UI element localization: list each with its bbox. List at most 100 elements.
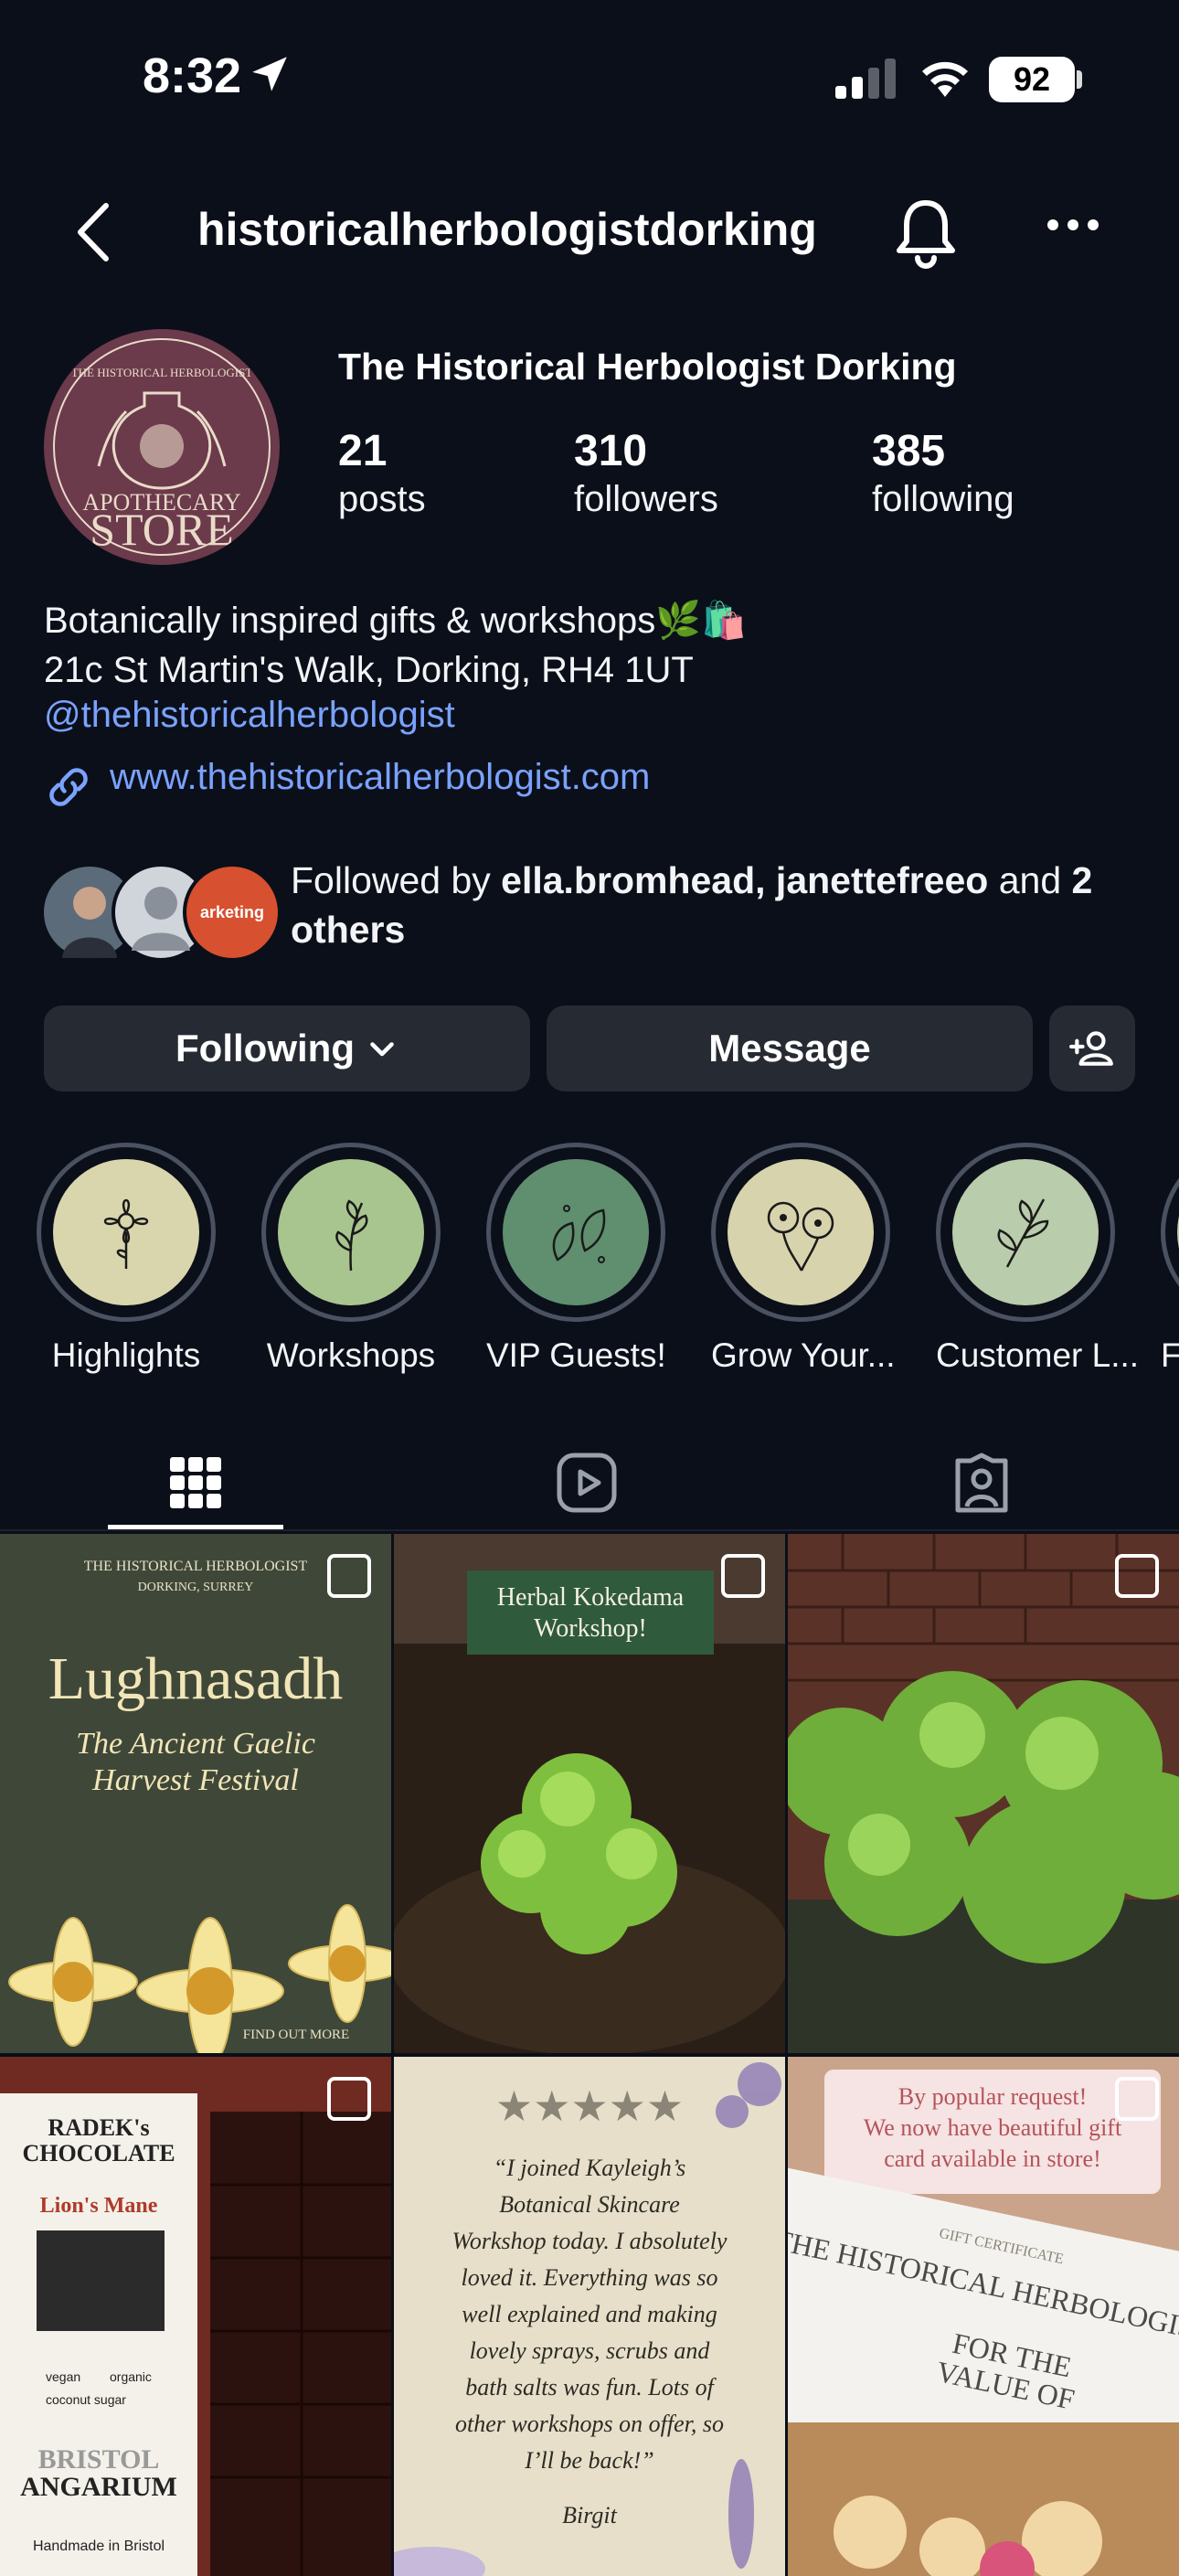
ellipsis-icon	[1047, 219, 1099, 230]
posts-count: 21	[338, 427, 388, 475]
following-count: 385	[872, 427, 946, 475]
suggested-accounts-button[interactable]	[1049, 1006, 1135, 1091]
following-button[interactable]: Following	[44, 1006, 530, 1091]
highlight-cover	[952, 1159, 1099, 1305]
highlight-cover	[728, 1159, 874, 1305]
followed-by-joiner: and	[988, 859, 1072, 901]
post-text: ANGARIUM	[20, 2472, 177, 2502]
more-options-button[interactable]	[1046, 216, 1100, 239]
highlight-label: Highlights	[51, 1336, 201, 1374]
post-text: By popular request!	[898, 2083, 1088, 2110]
post-thumbnail[interactable]: THE HISTORICAL HERBOLOGIST DORKING, SURR…	[0, 1534, 391, 2053]
carousel-icon	[1115, 1554, 1159, 1598]
post-thumbnail[interactable]: ★★★★★ “I joined Kayleigh’s Botanical Ski…	[394, 2057, 785, 2576]
post-thumbnail[interactable]	[788, 1534, 1179, 2053]
post-text: Lion's Mane	[40, 2194, 158, 2218]
post-text: Lughnasadh	[48, 1645, 344, 1712]
tab-tagged[interactable]	[894, 1435, 1069, 1530]
bio-mention-link[interactable]: @thehistoricalherbologist	[44, 695, 455, 736]
post-text: Harvest Festival	[91, 1763, 299, 1797]
status-time: 8:32	[143, 48, 242, 103]
post-text: card available in store!	[884, 2145, 1101, 2172]
followers-stat[interactable]: 310 followers	[574, 426, 718, 521]
story-highlight[interactable]: Highlights	[37, 1143, 216, 1375]
carousel-icon	[327, 2077, 371, 2121]
post-text: ★★★★★	[495, 2083, 684, 2130]
tab-posts-grid[interactable]	[108, 1435, 283, 1530]
post-text: FIND OUT MORE	[243, 2028, 349, 2042]
website-link[interactable]: www.thehistoricalherbologist.com	[110, 757, 650, 798]
post-text: coconut sugar	[46, 2392, 126, 2407]
posts-label: posts	[338, 479, 426, 519]
post-text: BRISTOL	[38, 2444, 160, 2475]
chevron-left-icon	[78, 203, 109, 261]
post-text: The Ancient Gaelic	[76, 1727, 315, 1761]
highlight-label: Grow Your...	[711, 1336, 896, 1374]
post-text: loved it. Everything was so	[462, 2264, 718, 2291]
post-image: THE HISTORICAL HERBOLOGIST DORKING, SURR…	[0, 1534, 391, 2053]
posts-stat[interactable]: 21 posts	[338, 426, 426, 521]
post-text: THE HISTORICAL HERBOLOGIST	[84, 1559, 308, 1574]
add-person-icon	[1069, 1031, 1113, 1066]
post-text: Workshop!	[534, 1614, 647, 1643]
bio-description: Botanically inspired gifts & workshops🌿🛍…	[44, 601, 747, 641]
post-text: Handmade in Bristol	[33, 2539, 165, 2554]
location-arrow-icon	[252, 57, 287, 91]
followed-by-prefix: Followed by	[291, 859, 502, 901]
story-highlight[interactable]: Fo	[1161, 1143, 1179, 1375]
post-text: bath salts was fun. Lots of	[465, 2374, 717, 2400]
highlight-label: Workshops	[266, 1336, 436, 1374]
carousel-icon	[721, 1554, 765, 1598]
post-image: ★★★★★ “I joined Kayleigh’s Botanical Ski…	[394, 2057, 785, 2576]
post-thumbnail[interactable]: By popular request! We now have beautifu…	[788, 2057, 1179, 2576]
link-icon	[49, 768, 88, 806]
story-highlight[interactable]: Grow Your...	[711, 1143, 896, 1375]
post-thumbnail[interactable]: RADEK's CHOCOLATE Lion's Mane vegan orga…	[0, 2057, 391, 2576]
carousel-icon	[327, 1554, 371, 1598]
post-text: CHOCOLATE	[22, 2140, 175, 2166]
message-button-label: Message	[708, 1027, 871, 1070]
leaves-icon	[552, 1205, 606, 1263]
apothecary-logo: THE HISTORICAL HERBOLOGIST APOTHECARY ST…	[53, 338, 271, 556]
profile-avatar[interactable]: THE HISTORICAL HERBOLOGIST APOTHECARY ST…	[44, 329, 280, 565]
olive-branch-icon	[997, 1198, 1049, 1268]
post-text: vegan	[46, 2369, 80, 2384]
flower-icon	[103, 1198, 149, 1269]
tab-divider	[0, 1529, 1179, 1531]
post-thumbnail[interactable]: Herbal Kokedama Workshop!	[394, 1534, 785, 2053]
highlight-cover	[503, 1159, 649, 1305]
story-highlight[interactable]: Workshops	[261, 1143, 441, 1375]
highlight-cover	[278, 1159, 424, 1305]
story-highlight[interactable]: Customer L...	[936, 1143, 1140, 1375]
story-highlight[interactable]: VIP Guests!	[486, 1143, 666, 1375]
followed-by-text[interactable]: Followed by ella.bromhead, janettefreeo …	[291, 856, 1150, 954]
post-image: By popular request! We now have beautifu…	[788, 2057, 1179, 2576]
following-stat[interactable]: 385 following	[872, 426, 1014, 521]
post-image	[788, 1534, 1179, 2053]
post-image: RADEK's CHOCOLATE Lion's Mane vegan orga…	[0, 2057, 391, 2576]
chevron-down-icon	[370, 1042, 394, 1057]
highlight-cover	[53, 1159, 199, 1305]
post-text: We now have beautiful gift	[864, 2114, 1122, 2141]
notifications-button[interactable]	[894, 196, 958, 273]
post-text: Herbal Kokedama	[497, 1583, 685, 1612]
tab-reels[interactable]	[499, 1435, 674, 1530]
followers-count: 310	[574, 427, 648, 475]
wifi-icon	[922, 61, 968, 97]
following-label: following	[872, 479, 1014, 519]
highlight-label: Customer L...	[936, 1336, 1140, 1374]
mutual-follower-avatar[interactable]: arketing	[183, 863, 281, 962]
avatar-store-text: STORE	[90, 504, 233, 555]
cellular-signal-icon	[835, 59, 896, 99]
grid-icon	[170, 1457, 221, 1508]
highlight-label: VIP Guests!	[486, 1336, 666, 1374]
post-text: organic	[110, 2369, 152, 2384]
back-button[interactable]	[73, 196, 128, 269]
followed-by-names: ella.bromhead, janettefreeo	[501, 859, 989, 901]
highlight-label: Fo	[1161, 1336, 1179, 1374]
post-text: lovely sprays, scrubs and	[470, 2337, 711, 2364]
post-text: Workshop today. I absolutely	[452, 2228, 728, 2254]
message-button[interactable]: Message	[547, 1006, 1033, 1091]
herb-sprig-icon	[335, 1199, 368, 1272]
post-text: well explained and making	[462, 2301, 717, 2327]
